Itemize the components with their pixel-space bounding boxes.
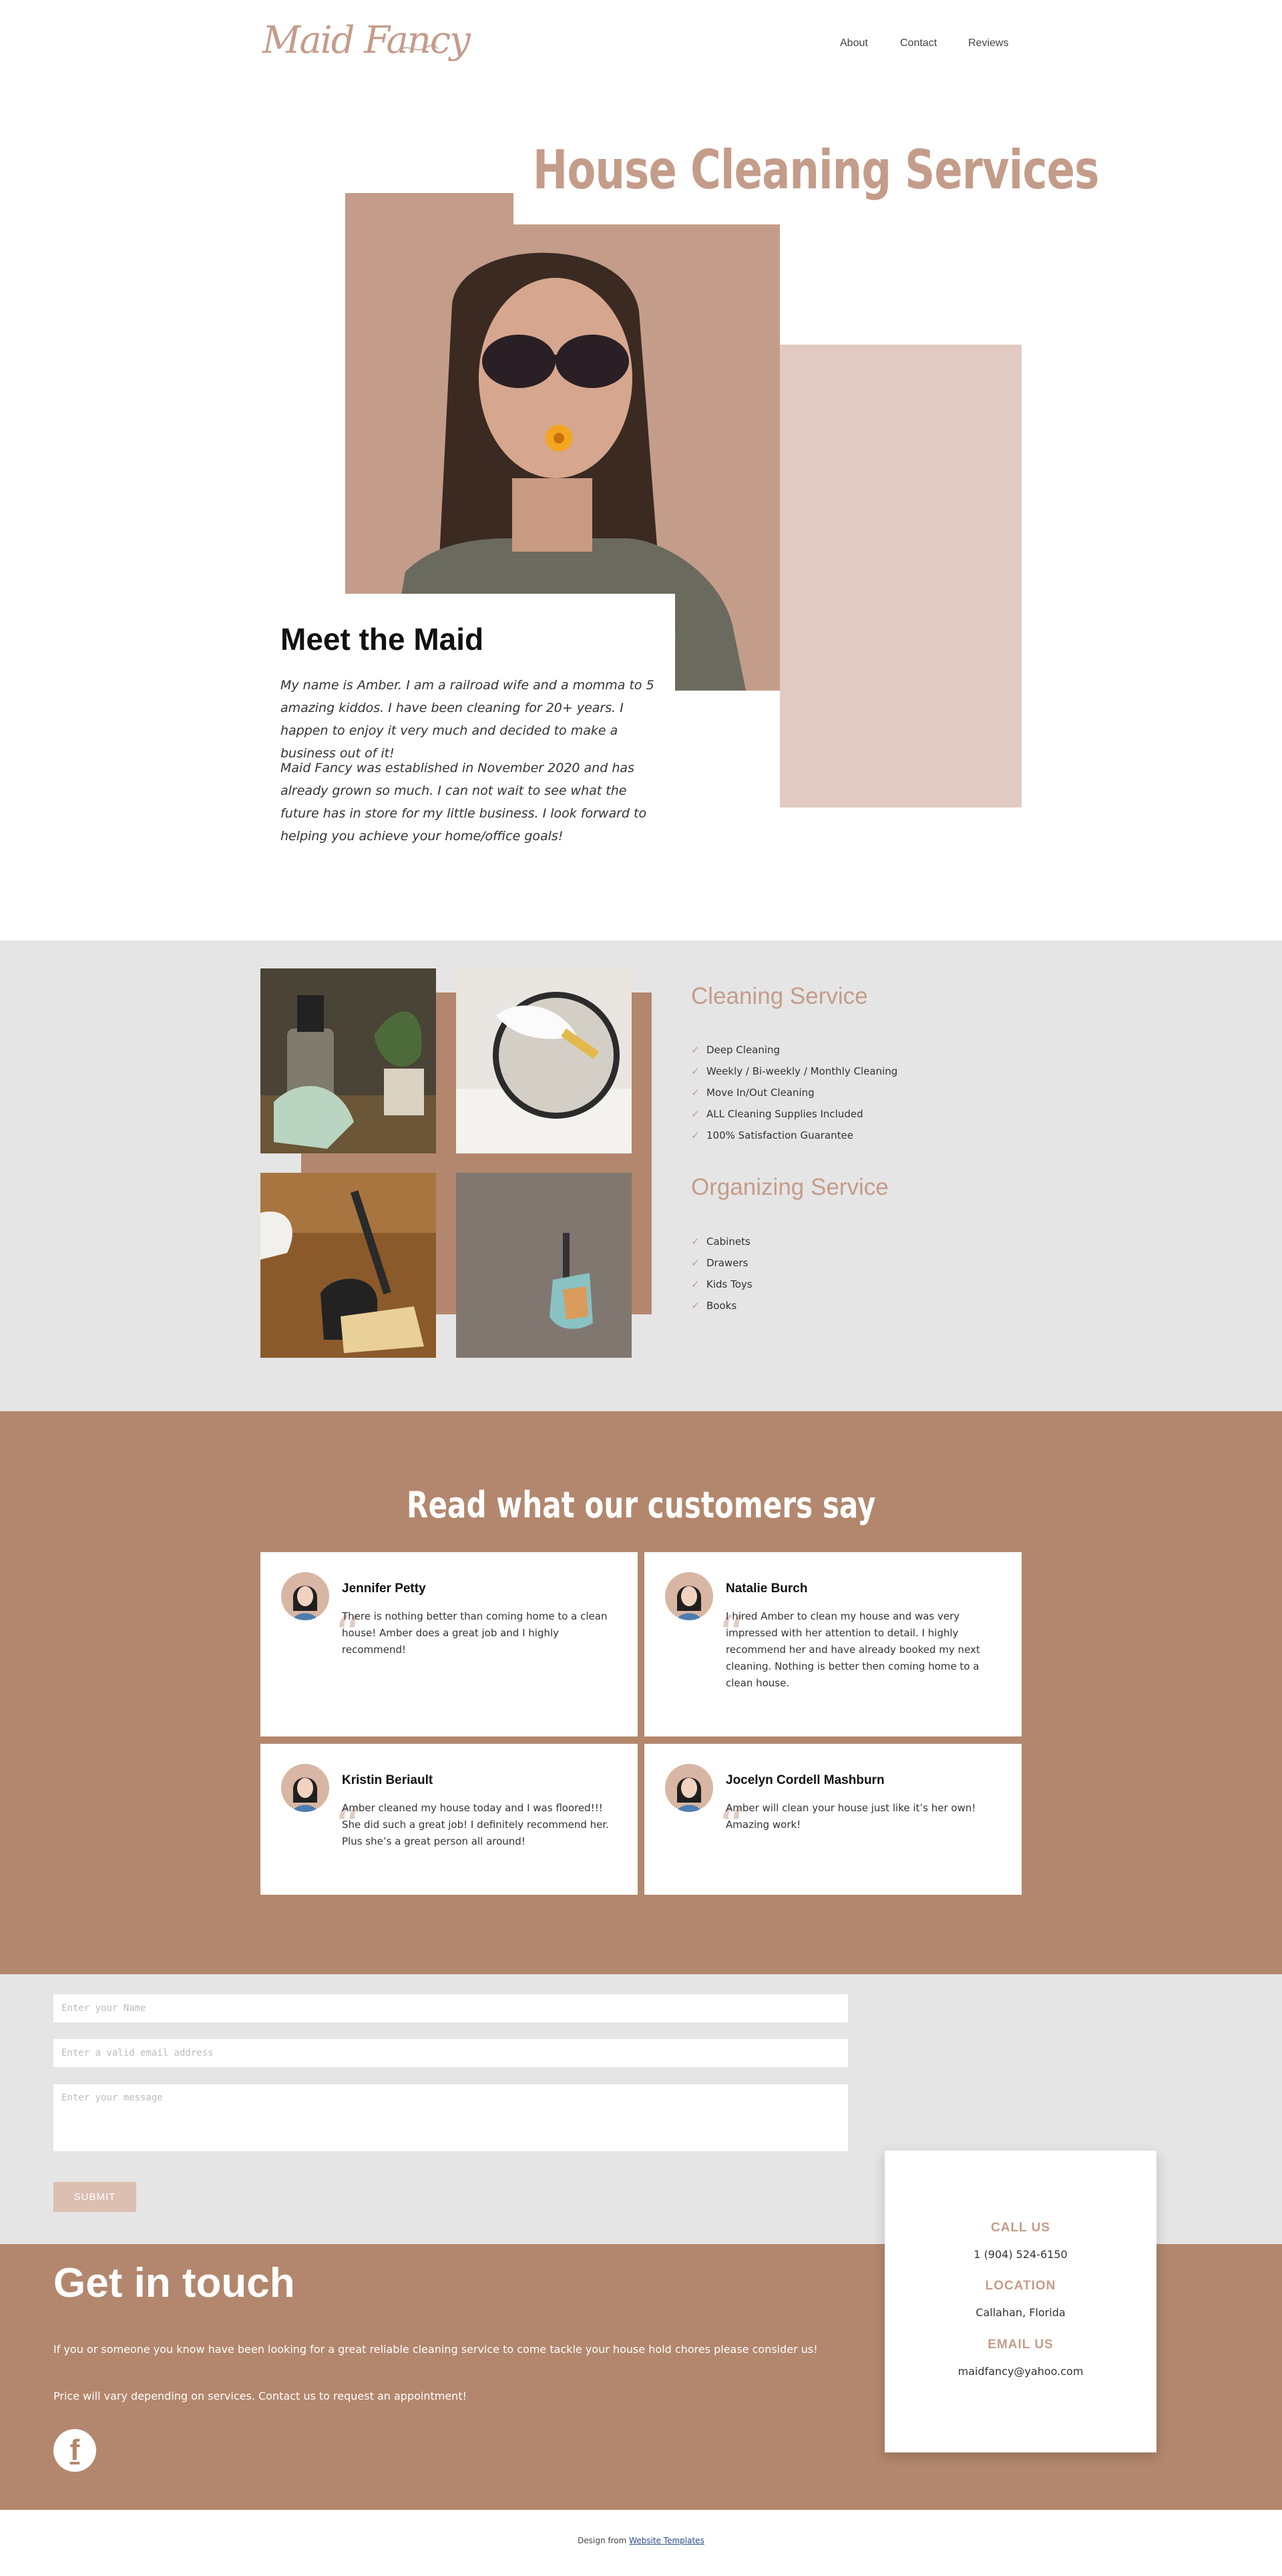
footer-link[interactable]: Website Templates	[629, 2536, 704, 2545]
organizing-service-list: ✓ Cabinets ✓ Drawers ✓ Kids Toys ✓ Books	[691, 1231, 753, 1316]
spray-bottle-photo	[260, 968, 436, 1153]
list-item: ✓ Books	[691, 1300, 737, 1312]
organizing-service-title: Organizing Service	[691, 1174, 889, 1200]
review-card: “ Kristin Beriault Amber cleaned my hous…	[260, 1744, 638, 1895]
contact-info-card: CALL US 1 (904) 524-6150 LOCATION Callah…	[885, 2151, 1156, 2452]
name-input[interactable]	[53, 1994, 848, 2022]
check-icon: ✓	[691, 1129, 700, 1141]
list-item: ✓ Kids Toys	[691, 1278, 753, 1290]
avatar	[665, 1572, 713, 1620]
nav-reviews[interactable]: Reviews	[968, 37, 1008, 49]
meet-paragraph: Maid Fancy was established in November 2…	[280, 761, 647, 844]
reviews-title: Read what our customers say	[406, 1484, 876, 1526]
broom-photo	[260, 1173, 436, 1358]
mirror-duster-photo	[456, 968, 632, 1153]
meet-paragraph: My name is Amber. I am a railroad wife a…	[280, 678, 654, 761]
logo-flourish-icon	[400, 45, 439, 51]
list-item: ✓ Weekly / Bi-weekly / Monthly Cleaning	[691, 1065, 898, 1077]
check-icon: ✓	[691, 1065, 700, 1077]
review-text: Amber cleaned my house today and I was f…	[342, 1802, 609, 1847]
list-item: ✓ Cabinets	[691, 1236, 751, 1248]
check-icon: ✓	[691, 1044, 700, 1056]
check-icon: ✓	[691, 1236, 700, 1248]
page: Maid Fancy About Contact Reviews House C…	[0, 0, 1282, 2576]
footer: Design from Website Templates	[0, 2536, 1282, 2545]
phone-number[interactable]: 1 (904) 524-6150	[885, 2248, 1156, 2261]
reviewer-name: Jocelyn Cordell Mashburn	[726, 1773, 885, 1787]
review-card: “ Jocelyn Cordell Mashburn Amber will cl…	[644, 1744, 1022, 1895]
call-us-label: CALL US	[991, 2221, 1050, 2235]
dustpan-photo	[456, 1173, 632, 1358]
avatar	[665, 1764, 713, 1812]
footer-prefix: Design from	[578, 2536, 627, 2545]
review-text: I hired Amber to clean my house and was …	[726, 1610, 980, 1689]
avatar	[281, 1572, 329, 1620]
get-in-touch-title: Get in touch	[53, 2260, 295, 2306]
touch-paragraph: If you or someone you know have been loo…	[53, 2343, 818, 2356]
logo[interactable]: Maid Fancy	[262, 12, 471, 79]
list-item: ✓ 100% Satisfaction Guarantee	[691, 1129, 853, 1141]
hero-decor-block-light	[780, 345, 1022, 807]
reviewer-name: Jennifer Petty	[342, 1582, 426, 1596]
check-icon: ✓	[691, 1108, 700, 1120]
check-icon: ✓	[691, 1087, 700, 1099]
reviewer-name: Kristin Beriault	[342, 1773, 433, 1787]
message-textarea[interactable]	[53, 2084, 848, 2151]
cleaning-service-list: ✓ Deep Cleaning ✓ Weekly / Bi-weekly / Mon…	[691, 1039, 897, 1146]
review-text: There is nothing better than coming home…	[342, 1610, 608, 1656]
list-item: ✓ Drawers	[691, 1257, 749, 1269]
nav-about[interactable]: About	[840, 37, 868, 49]
location-value: Callahan, Florida	[976, 2306, 1066, 2319]
nav-contact[interactable]: Contact	[900, 37, 937, 49]
meet-title: Meet the Maid	[280, 622, 484, 657]
facebook-icon[interactable]: f	[53, 2429, 96, 2472]
email-us-label: EMAIL US	[988, 2338, 1054, 2352]
cleaning-service-title: Cleaning Service	[691, 983, 868, 1009]
list-item: ✓ Move In/Out Cleaning	[691, 1087, 815, 1099]
reviewer-name: Natalie Burch	[726, 1582, 808, 1596]
check-icon: ✓	[691, 1257, 700, 1269]
avatar	[281, 1764, 329, 1812]
touch-paragraph: Price will vary depending on services. C…	[53, 2390, 467, 2402]
hero-title: House Cleaning Services	[533, 139, 1099, 201]
list-item: ✓ Deep Cleaning	[691, 1044, 781, 1056]
review-card: “ Natalie Burch I hired Amber to clean m…	[644, 1552, 1022, 1736]
review-text: Amber will clean your house just like it…	[726, 1802, 976, 1831]
check-icon: ✓	[691, 1300, 700, 1312]
email-address[interactable]: maidfancy@yahoo.com	[885, 2365, 1156, 2378]
logo-text: Maid Fancy	[262, 19, 471, 62]
submit-button[interactable]: SUBMIT	[53, 2182, 136, 2212]
list-item: ✓ ALL Cleaning Supplies Included	[691, 1108, 863, 1120]
location-label: LOCATION	[985, 2279, 1056, 2293]
check-icon: ✓	[691, 1278, 700, 1290]
email-input[interactable]	[53, 2039, 848, 2067]
review-card: “ Jennifer Petty There is nothing better…	[260, 1552, 638, 1736]
